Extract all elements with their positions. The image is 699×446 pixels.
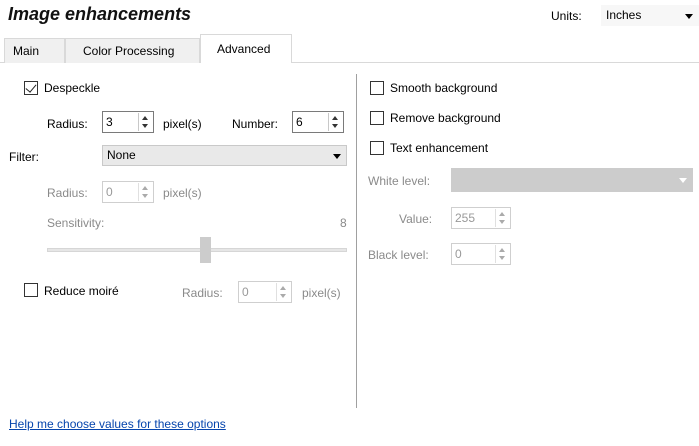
chevron-up-icon[interactable] — [499, 248, 505, 252]
tab-advanced[interactable]: Advanced — [200, 34, 292, 63]
chevron-down-icon[interactable] — [142, 194, 148, 198]
number-stepper[interactable]: 6 — [292, 111, 344, 133]
smooth-background-label: Smooth background — [390, 81, 498, 95]
radius-stepper[interactable]: 3 — [102, 111, 154, 133]
tab-main[interactable]: Main — [4, 38, 65, 63]
units-dropdown[interactable]: Inches — [601, 5, 699, 26]
black-level-stepper-buttons[interactable] — [495, 245, 509, 263]
filter-radius-label: Radius: — [47, 186, 88, 200]
chevron-down-icon[interactable] — [499, 256, 505, 260]
units-label: Units: — [551, 9, 582, 23]
chevron-down-icon — [333, 154, 341, 159]
sensitivity-value: 8 — [340, 216, 347, 230]
chevron-down-icon[interactable] — [499, 220, 505, 224]
chevron-up-icon[interactable] — [142, 116, 148, 120]
chevron-down-icon[interactable] — [280, 294, 286, 298]
moire-radius-unit: pixel(s) — [302, 286, 341, 300]
despeckle-checkbox[interactable] — [24, 81, 38, 95]
sensitivity-slider-thumb[interactable] — [200, 237, 211, 263]
chevron-down-icon — [679, 178, 687, 183]
white-level-label: White level: — [368, 174, 431, 188]
panel-divider — [356, 74, 357, 408]
value-stepper-buttons[interactable] — [495, 209, 509, 227]
number-label: Number: — [232, 117, 279, 131]
number-value: 6 — [296, 115, 303, 129]
chevron-down-icon[interactable] — [332, 124, 338, 128]
sensitivity-slider-track[interactable] — [47, 248, 347, 252]
filter-radius-stepper[interactable]: 0 — [102, 181, 154, 203]
number-stepper-buttons[interactable] — [328, 113, 342, 131]
reduce-moire-checkbox[interactable] — [24, 283, 38, 297]
page-title: Image enhancements — [8, 4, 192, 24]
remove-background-label: Remove background — [390, 111, 501, 125]
text-enhancement-checkbox[interactable] — [370, 141, 384, 155]
text-enhancement-label: Text enhancement — [390, 141, 489, 155]
radius-unit: pixel(s) — [163, 117, 202, 131]
units-value: Inches — [606, 8, 642, 22]
white-level-dropdown[interactable] — [451, 168, 693, 192]
black-level-value: 0 — [455, 247, 462, 261]
moire-radius-label: Radius: — [182, 286, 223, 300]
chevron-up-icon[interactable] — [499, 212, 505, 216]
smooth-background-checkbox[interactable] — [370, 81, 384, 95]
black-level-stepper[interactable]: 0 — [451, 243, 511, 265]
filter-radius-value: 0 — [106, 185, 113, 199]
radius-value: 3 — [106, 115, 113, 129]
remove-background-checkbox[interactable] — [370, 111, 384, 125]
filter-dropdown[interactable]: None — [102, 145, 347, 166]
filter-label: Filter: — [9, 150, 39, 164]
value-value: 255 — [455, 211, 476, 225]
filter-radius-unit: pixel(s) — [163, 186, 202, 200]
help-link[interactable]: Help me choose values for these options — [9, 417, 226, 431]
radius-stepper-buttons[interactable] — [138, 113, 152, 131]
chevron-up-icon[interactable] — [332, 116, 338, 120]
black-level-label: Black level: — [368, 248, 429, 262]
chevron-down-icon — [685, 14, 693, 19]
value-label: Value: — [399, 212, 433, 226]
filter-radius-stepper-buttons[interactable] — [138, 183, 152, 201]
moire-radius-value: 0 — [242, 285, 249, 299]
chevron-down-icon[interactable] — [142, 124, 148, 128]
moire-radius-stepper-buttons[interactable] — [276, 283, 290, 301]
radius-label: Radius: — [47, 117, 88, 131]
despeckle-label: Despeckle — [44, 81, 101, 95]
filter-value: None — [107, 148, 136, 162]
value-stepper[interactable]: 255 — [451, 207, 511, 229]
moire-radius-stepper[interactable]: 0 — [238, 281, 292, 303]
reduce-moire-label: Reduce moiré — [44, 284, 119, 298]
chevron-up-icon[interactable] — [142, 186, 148, 190]
tab-color-processing[interactable]: Color Processing — [65, 38, 200, 63]
chevron-up-icon[interactable] — [280, 286, 286, 290]
sensitivity-label: Sensitivity: — [47, 216, 105, 230]
